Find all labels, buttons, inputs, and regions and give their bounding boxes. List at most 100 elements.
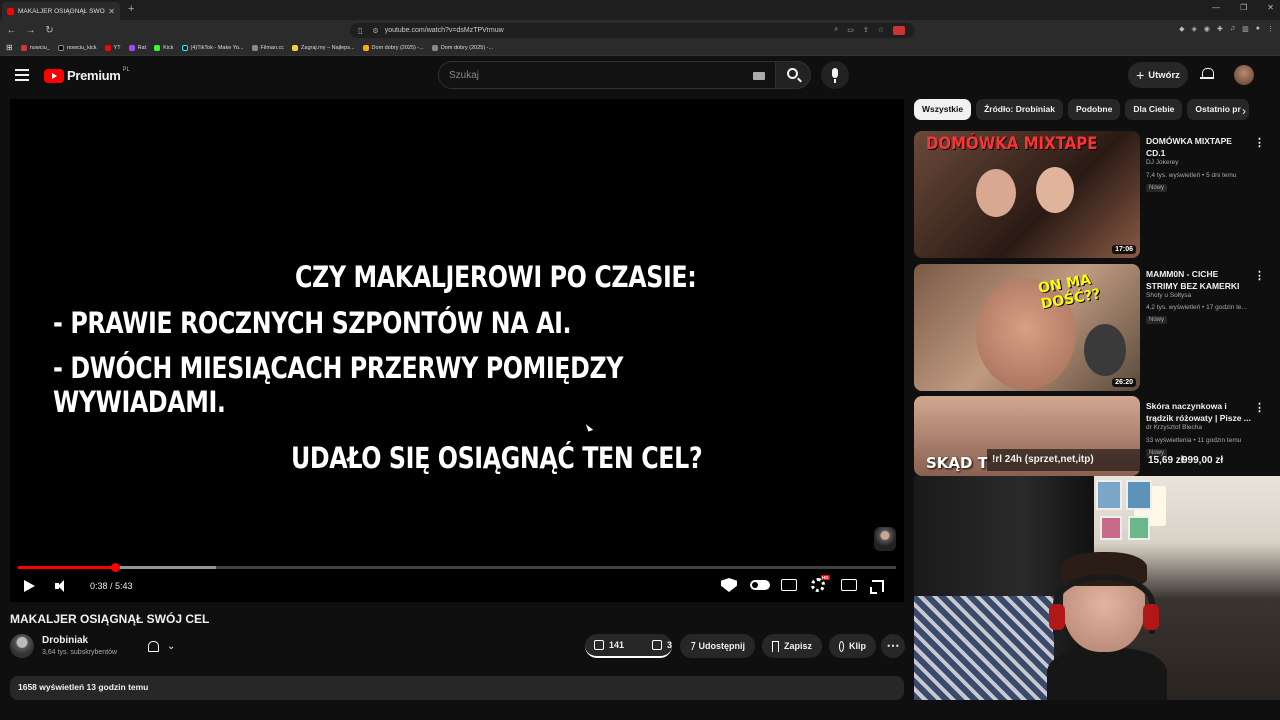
scrubber-handle[interactable] bbox=[111, 563, 121, 572]
fullscreen-icon[interactable] bbox=[870, 580, 884, 594]
x-icon bbox=[57, 44, 64, 51]
minimize-icon[interactable]: — bbox=[1212, 3, 1220, 12]
reload-icon[interactable]: ↻ bbox=[42, 25, 57, 36]
video-player[interactable]: CZY MAKALJEROWI PO CZASIE: - PRAWIE ROCZ… bbox=[10, 99, 904, 602]
share-button[interactable]: Udostępnij bbox=[680, 634, 755, 658]
close-tab-icon[interactable]: ✕ bbox=[108, 7, 115, 16]
hamburger-menu-icon[interactable] bbox=[15, 69, 29, 81]
kebab-menu-icon[interactable]: ⋮ bbox=[1254, 269, 1265, 282]
chip-source[interactable]: Źródło: Drobiniak bbox=[976, 99, 1063, 120]
webcam-poster bbox=[1096, 480, 1122, 510]
chip-for-you[interactable]: Dla Ciebie bbox=[1125, 99, 1183, 120]
channel-watermark[interactable] bbox=[874, 527, 896, 551]
rec-channel[interactable]: dr Krzysztof Blecha bbox=[1146, 424, 1202, 431]
settings-gear-icon[interactable] bbox=[811, 575, 830, 592]
clip-label: Klip bbox=[849, 641, 866, 651]
video-thumbnail[interactable]: ON MA DOŚĆ?? 26:20 bbox=[914, 264, 1140, 391]
bookmark-item[interactable]: Kick bbox=[154, 44, 174, 51]
more-actions-button[interactable]: ⋯ bbox=[881, 634, 905, 658]
video-duration: 26:20 bbox=[1112, 378, 1136, 387]
forward-icon[interactable]: → bbox=[23, 25, 38, 36]
notifications-bell-icon[interactable] bbox=[1200, 68, 1214, 81]
rec-title[interactable]: Skóra naczynkowa i trądzik różowaty | Pi… bbox=[1146, 400, 1251, 424]
star-icon[interactable]: ☆ bbox=[878, 26, 884, 35]
bookmark-label: Rat bbox=[137, 44, 147, 51]
clip-button[interactable]: Klip bbox=[829, 634, 876, 658]
bookmark-item[interactable]: Rat bbox=[128, 44, 147, 51]
bookmark-item[interactable]: YT bbox=[104, 44, 121, 51]
description-box[interactable]: 1658 wyświetleń 13 godzin temu bbox=[10, 676, 904, 700]
sidebar-icon[interactable]: ▥ bbox=[1242, 25, 1249, 33]
subscription-bell-button[interactable]: ⌄ bbox=[140, 636, 186, 656]
kebab-menu-icon[interactable]: ⋮ bbox=[1254, 401, 1265, 414]
bookmark-item[interactable]: (4)TikTok - Make Yo... bbox=[181, 44, 244, 51]
bookmark-item[interactable]: Dom dobry (2025) -... bbox=[362, 44, 424, 51]
channel-avatar[interactable] bbox=[10, 634, 34, 658]
subtitles-icon[interactable] bbox=[781, 579, 797, 591]
extension-icon[interactable]: ◆ bbox=[1179, 25, 1184, 33]
recommendation-item[interactable]: ON MA DOŚĆ?? 26:20 MAMM0N - CICHE STRIMY… bbox=[914, 264, 1265, 391]
apps-grid-icon[interactable]: ⊞ bbox=[6, 43, 13, 52]
bookmark-item[interactable]: Dom dobry (2025) -... bbox=[431, 44, 493, 51]
progress-bar[interactable] bbox=[18, 563, 896, 572]
save-button[interactable]: Zapisz bbox=[762, 634, 822, 658]
browser-tab-bar: MAKALJER OSIĄGNĄŁ SWÓJ CE ✕ + — ❐ ✕ bbox=[0, 0, 1280, 20]
back-icon[interactable]: ← bbox=[4, 25, 19, 36]
extension-icon[interactable]: ◈ bbox=[1192, 25, 1197, 33]
account-avatar[interactable] bbox=[1234, 65, 1254, 85]
maximize-icon[interactable]: ❐ bbox=[1240, 3, 1247, 12]
close-window-icon[interactable]: ✕ bbox=[1267, 3, 1274, 12]
autoplay-toggle[interactable] bbox=[750, 580, 770, 590]
volume-icon[interactable] bbox=[55, 579, 69, 593]
chevron-right-icon[interactable]: › bbox=[1242, 104, 1246, 118]
new-tab-icon[interactable]: + bbox=[128, 3, 134, 15]
bookmark-label: Kick bbox=[163, 44, 174, 51]
bookmark-item[interactable]: nowciu_kick bbox=[57, 44, 97, 51]
kebab-menu-icon[interactable]: ⋮ bbox=[1267, 25, 1274, 33]
site-info-icon[interactable]: ⚙ bbox=[372, 27, 378, 35]
extension-icon[interactable]: ◉ bbox=[1204, 25, 1210, 33]
theater-mode-icon[interactable] bbox=[841, 579, 857, 591]
page-icon bbox=[362, 44, 369, 51]
video-thumbnail[interactable]: DOMÓWKA MIXTAPE 17:06 bbox=[914, 131, 1140, 258]
ad-block-shield-icon[interactable] bbox=[721, 578, 737, 592]
bookmark-icon bbox=[772, 640, 779, 652]
video-overlay-text: - PRAWIE ROCZNYCH SZPONTÓW NA AI. bbox=[53, 306, 572, 340]
search-button[interactable] bbox=[775, 61, 811, 89]
puzzle-icon[interactable]: ✚ bbox=[1217, 25, 1223, 33]
chip-recent[interactable]: Ostatnio pr bbox=[1187, 99, 1249, 120]
cast-icon[interactable]: ▭ bbox=[847, 26, 854, 35]
kebab-menu-icon[interactable]: ⋮ bbox=[1254, 136, 1265, 149]
play-icon[interactable] bbox=[24, 580, 35, 592]
dislike-button[interactable]: 3 bbox=[643, 634, 681, 656]
voice-search-button[interactable] bbox=[821, 61, 849, 89]
address-bar[interactable]: ▯ ⚙ youtube.com/watch?v=dsMzTPVrmuw ⌕ ▭ … bbox=[350, 23, 915, 38]
stream-price-old: 15,69 zł bbox=[1148, 455, 1184, 466]
zoom-icon[interactable]: ⌕ bbox=[834, 26, 838, 35]
rec-title[interactable]: DOMÓWKA MIXTAPE CD.1 bbox=[1146, 135, 1251, 159]
bookmark-icon[interactable]: ▯ bbox=[358, 26, 362, 35]
rec-title[interactable]: MAMM0N - CICHE STRIMY BEZ KAMERKI bbox=[1146, 268, 1251, 292]
like-button[interactable]: 141 bbox=[585, 634, 633, 656]
channel-name[interactable]: Drobiniak bbox=[42, 635, 88, 646]
keyboard-icon[interactable] bbox=[753, 72, 765, 80]
extension-badge-icon[interactable] bbox=[893, 26, 905, 35]
rec-channel[interactable]: DJ Jokerey bbox=[1146, 159, 1179, 166]
recommendation-item[interactable]: DOMÓWKA MIXTAPE 17:06 DOMÓWKA MIXTAPE CD… bbox=[914, 131, 1265, 258]
bookmark-item[interactable]: nowciu_ bbox=[20, 44, 50, 51]
media-icon[interactable]: ♫ bbox=[1230, 25, 1235, 33]
share-page-icon[interactable]: ⇪ bbox=[863, 26, 869, 35]
bookmark-label: Filman.cc bbox=[260, 44, 285, 51]
bookmark-item[interactable]: Zagraj.my – Najleps... bbox=[292, 44, 355, 51]
rec-channel[interactable]: Shoty u Sołtysa bbox=[1146, 292, 1191, 299]
thumbnail-text: DOMÓWKA MIXTAPE bbox=[926, 134, 1098, 154]
create-button[interactable]: + Utwórz bbox=[1128, 62, 1188, 88]
search-input[interactable] bbox=[449, 69, 749, 81]
profile-icon[interactable]: ● bbox=[1256, 25, 1260, 33]
chip-related[interactable]: Podobne bbox=[1067, 99, 1121, 120]
youtube-logo[interactable]: Premium PL bbox=[44, 67, 130, 83]
bookmark-label: Zagraj.my – Najleps... bbox=[301, 44, 355, 51]
chip-all[interactable]: Wszystkie bbox=[914, 99, 972, 120]
browser-tab[interactable]: MAKALJER OSIĄGNĄŁ SWÓJ CE ✕ bbox=[2, 2, 120, 20]
bookmark-item[interactable]: Filman.cc bbox=[251, 44, 285, 51]
